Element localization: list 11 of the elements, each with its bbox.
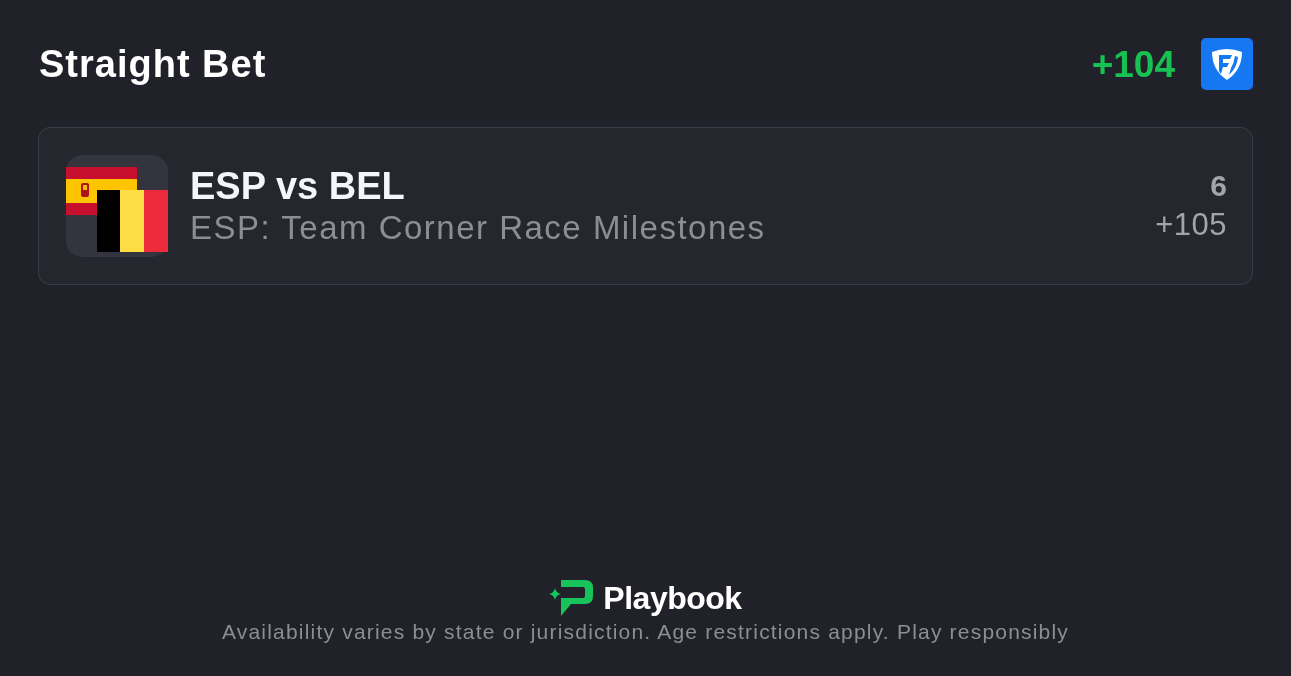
market-name: ESP: Team Corner Race Milestones (190, 208, 767, 248)
flags-icon (66, 155, 168, 257)
bet-odds: +105 (1155, 206, 1227, 244)
page-title: Straight Bet (39, 45, 267, 83)
shield-logo-icon (1201, 38, 1253, 90)
line-value: 6 (1210, 168, 1227, 204)
disclaimer-text: Availability varies by state or jurisdiction. Age restrictions apply. Play responsibly (221, 619, 1070, 645)
matchup-title: ESP vs BEL (190, 164, 406, 208)
brand-name: Playbook (603, 579, 742, 618)
brand-logo-icon (549, 580, 594, 616)
odds-value: +104 (1091, 45, 1175, 83)
